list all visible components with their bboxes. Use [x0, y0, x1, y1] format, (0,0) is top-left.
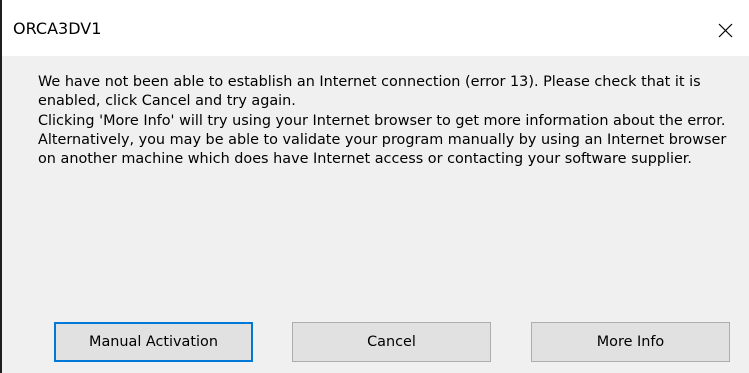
error-message: We have not been able to establish an In…: [38, 73, 738, 169]
message-manual-validation-hint: Alternatively, you may be able to valida…: [38, 131, 727, 168]
cancel-button[interactable]: Cancel: [292, 322, 491, 362]
title-bar[interactable]: ORCA3DV1: [2, 0, 749, 56]
more-info-button[interactable]: More Info: [531, 322, 730, 362]
activation-dialog: ORCA3DV1 We have not been able to establ…: [0, 0, 749, 373]
manual-activation-button[interactable]: Manual Activation: [54, 322, 253, 362]
close-icon: [718, 23, 733, 38]
message-connection-error: We have not been able to establish an In…: [38, 74, 701, 110]
close-button[interactable]: [703, 6, 749, 50]
message-more-info-hint: Clicking 'More Info' will try using your…: [38, 112, 726, 129]
window-title: ORCA3DV1: [13, 19, 102, 38]
